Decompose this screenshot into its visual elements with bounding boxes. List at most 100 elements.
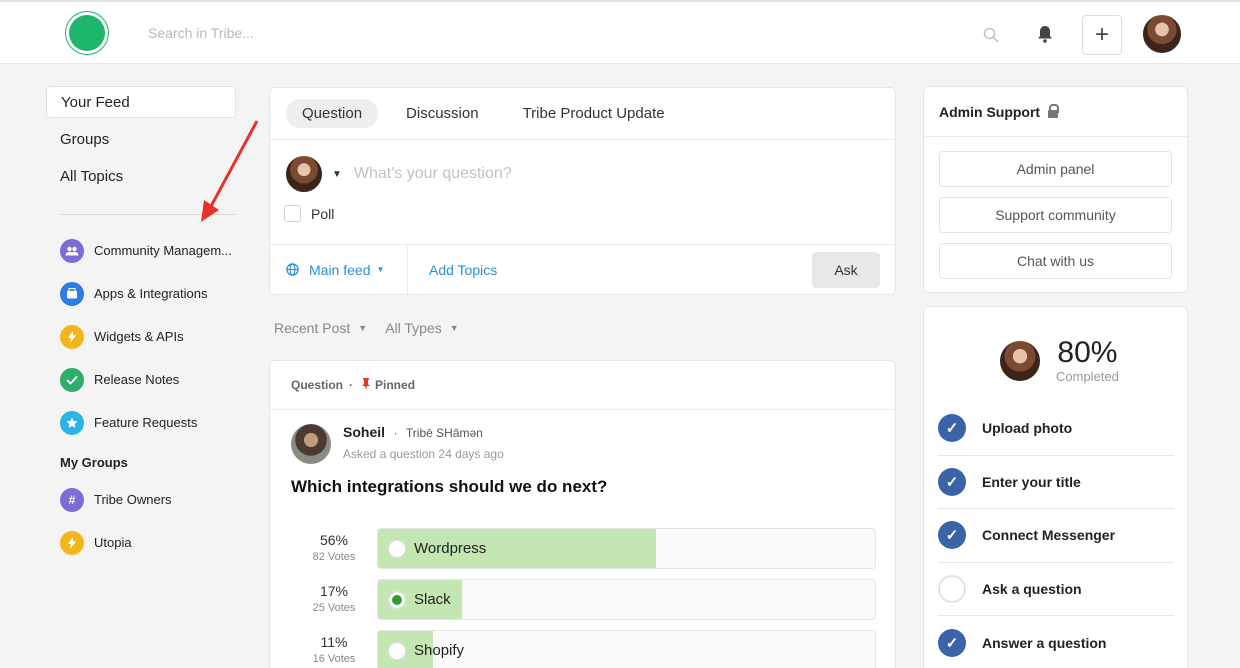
poll-toggle[interactable]: Poll — [270, 194, 895, 222]
topic-label: Feature Requests — [94, 415, 198, 430]
radio-button-selected[interactable] — [388, 590, 406, 609]
poll-votes: 82 Votes — [312, 551, 356, 563]
step-label: Ask a question — [982, 580, 1082, 597]
checkmark-icon: ✓ — [938, 521, 966, 550]
topic-label: Widgets & APIs — [94, 329, 184, 344]
chevron-down-icon: ▼ — [376, 265, 385, 274]
ask-button[interactable]: Ask — [812, 251, 880, 288]
step-label: Enter your title — [982, 473, 1081, 490]
poll-bar[interactable]: Slack — [377, 579, 876, 620]
create-button[interactable]: + — [1082, 15, 1122, 55]
checkmark-icon: ✓ — [938, 628, 966, 657]
question-composer: Question Discussion Tribe Product Update… — [269, 87, 896, 295]
step-label: Upload photo — [982, 420, 1073, 437]
progress-percent: 80% — [1057, 336, 1118, 369]
checkmark-icon: ✓ — [938, 467, 966, 496]
nav-your-feed[interactable]: Your Feed — [46, 86, 236, 118]
step-answer-question[interactable]: ✓ Answer a question — [938, 616, 1174, 668]
poll-votes: 16 Votes — [312, 653, 356, 665]
topic-apps-integrations[interactable]: Apps & Integrations — [46, 272, 236, 315]
step-upload-photo[interactable]: ✓ Upload photo — [938, 402, 1174, 456]
group-tribe-owners[interactable]: # Tribe Owners — [46, 478, 236, 521]
composer-tabs: Question Discussion Tribe Product Update — [270, 88, 895, 140]
tribe-logo[interactable] — [66, 12, 108, 54]
plus-icon: + — [1094, 21, 1109, 48]
post-author: Soheil · Tribē SHāmən Asked a question 2… — [270, 410, 895, 464]
post-meta: Asked a question 24 days ago — [343, 447, 504, 461]
feed-label: Main feed — [309, 261, 371, 278]
admin-support-heading: Admin Support — [924, 87, 1187, 137]
step-connect-messenger[interactable]: ✓ Connect Messenger — [938, 509, 1174, 563]
question-input[interactable]: What's your question? — [354, 165, 512, 183]
post-type: Question — [291, 378, 344, 392]
tab-discussion[interactable]: Discussion — [390, 99, 495, 128]
author-avatar[interactable] — [291, 424, 331, 464]
bolt-icon — [60, 324, 84, 349]
group-utopia[interactable]: Utopia — [46, 521, 236, 564]
sort-label: Recent Post — [274, 320, 351, 336]
poll-option[interactable]: 56% 82 Votes Wordpress — [270, 528, 895, 579]
step-enter-title[interactable]: ✓ Enter your title — [938, 456, 1174, 509]
step-ask-question[interactable]: Ask a question — [938, 563, 1174, 616]
type-dropdown[interactable]: All Types ▼ — [385, 320, 458, 336]
composer-avatar[interactable] — [284, 154, 324, 194]
feed-filters: Recent Post ▼ All Types ▼ — [274, 320, 477, 336]
topic-label: Release Notes — [94, 372, 180, 387]
admin-support-card: Admin Support Admin panel Support commun… — [923, 86, 1188, 293]
feed-selector[interactable]: Main feed ▼ — [270, 245, 408, 294]
poll-option[interactable]: 17% 25 Votes Slack — [270, 579, 895, 630]
post-title[interactable]: Which integrations should we do next? — [270, 464, 895, 497]
chat-with-us-button[interactable]: Chat with us — [939, 243, 1172, 279]
tab-product-update[interactable]: Tribe Product Update — [507, 99, 681, 128]
caret-down-icon[interactable]: ▼ — [332, 169, 342, 180]
progress-label: Completed — [1056, 369, 1119, 384]
admin-panel-button[interactable]: Admin panel — [939, 151, 1172, 187]
poll-percent: 17% — [319, 583, 349, 599]
admin-title: Admin Support — [939, 103, 1041, 120]
add-topics-link[interactable]: Add Topics — [408, 262, 812, 278]
sort-dropdown[interactable]: Recent Post ▼ — [274, 320, 367, 336]
pinned-post: Question · Pinned Soheil · Tribē SHāmən … — [269, 360, 896, 668]
box-icon — [60, 281, 84, 306]
poll-percent: 56% — [319, 532, 349, 548]
author-role: Tribē SHāmən — [405, 426, 483, 440]
radio-button[interactable] — [388, 539, 406, 558]
poll-option-label: Wordpress — [414, 540, 487, 557]
search-input[interactable]: Search in Tribe... — [148, 25, 254, 41]
group-label: Utopia — [94, 535, 132, 550]
poll-options: 56% 82 Votes Wordpress 17% 25 Votes Slac… — [270, 528, 895, 668]
group-label: Tribe Owners — [94, 492, 172, 507]
support-community-button[interactable]: Support community — [939, 197, 1172, 233]
author-name[interactable]: Soheil — [343, 424, 385, 440]
globe-icon — [286, 263, 299, 276]
tab-question[interactable]: Question — [286, 99, 379, 128]
poll-votes: 25 Votes — [312, 602, 356, 614]
pinned-label: Pinned — [375, 378, 416, 392]
radio-button[interactable] — [388, 641, 406, 660]
top-navbar: Search in Tribe... + — [0, 0, 1240, 64]
search-icon[interactable] — [982, 26, 1000, 44]
bell-icon[interactable] — [1035, 24, 1055, 44]
progress-avatar — [998, 338, 1042, 383]
poll-checkbox[interactable] — [284, 205, 301, 222]
poll-option-label: Slack — [414, 591, 451, 608]
topic-feature-requests[interactable]: Feature Requests — [46, 401, 236, 444]
poll-option-label: Shopify — [414, 642, 465, 659]
topic-label: Apps & Integrations — [94, 286, 208, 301]
checkmark-icon: ✓ — [938, 414, 966, 443]
topic-widgets-apis[interactable]: Widgets & APIs — [46, 315, 236, 358]
check-icon — [60, 367, 84, 392]
post-header: Question · Pinned — [270, 361, 895, 410]
chevron-down-icon: ▼ — [449, 323, 459, 333]
poll-option[interactable]: 11% 16 Votes Shopify — [270, 630, 895, 668]
poll-percent: 11% — [320, 634, 348, 650]
bolt-icon — [60, 530, 84, 555]
topic-release-notes[interactable]: Release Notes — [46, 358, 236, 401]
poll-bar[interactable]: Wordpress — [377, 528, 876, 569]
user-avatar[interactable] — [1141, 13, 1183, 55]
empty-circle-icon — [938, 574, 966, 603]
topic-community-management[interactable]: Community Managem... — [46, 229, 236, 272]
topic-label: Community Managem... — [94, 243, 232, 258]
poll-bar[interactable]: Shopify — [377, 630, 876, 668]
poll-label: Poll — [311, 205, 335, 222]
